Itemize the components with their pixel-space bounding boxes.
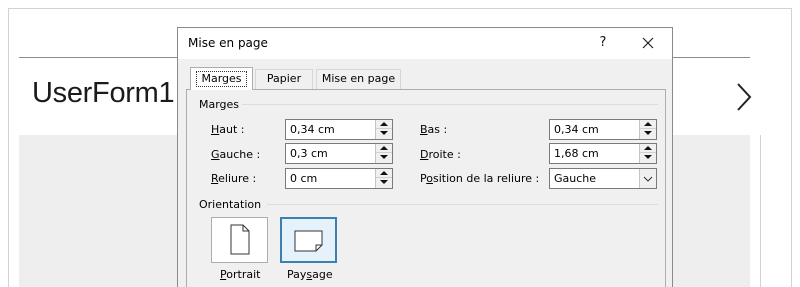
droite-down-button[interactable] [640,153,656,162]
bas-down-button[interactable] [640,129,656,138]
close-button[interactable] [634,32,662,54]
reliure-spinner[interactable]: 0 cm [285,168,393,189]
position-reliure-select[interactable]: Gauche [549,168,657,189]
position-reliure-label: Position de la reliure : [420,172,540,185]
group-divider [242,104,658,105]
paysage-label[interactable]: Paysage [287,268,333,281]
droite-value: 1,68 cm [554,147,599,160]
reliure-label: Reliure : [211,172,257,185]
gauche-label: Gauche : [211,148,261,161]
haut-label: Haut : [211,123,245,136]
close-icon [642,37,654,49]
bas-value: 0,34 cm [554,123,599,136]
chevron-down-icon[interactable] [639,169,656,188]
reliure-up-button[interactable] [376,169,392,178]
bas-up-button[interactable] [640,120,656,129]
orientation-group-label: Orientation [199,198,265,211]
help-button[interactable]: ? [590,32,616,54]
bas-spinner[interactable]: 0,34 cm [549,119,657,140]
paysage-button[interactable] [280,217,337,263]
portrait-button[interactable] [211,217,268,263]
chevron-right-icon[interactable] [733,80,755,114]
userform-title: UserForm1 [32,77,175,109]
gauche-up-button[interactable] [376,144,392,153]
tab-mise-en-page[interactable]: Mise en page [316,69,401,89]
tab-papier[interactable]: Papier [255,69,313,89]
gauche-down-button[interactable] [376,153,392,162]
group-divider [267,204,658,205]
droite-label: Droite : [420,148,461,161]
landscape-page-icon [294,230,323,252]
reliure-down-button[interactable] [376,178,392,187]
screen: UserForm1 Mise en page ? Marges Papier M… [0,0,800,287]
portrait-label[interactable]: Portrait [220,268,260,281]
dialog-titlebar[interactable]: Mise en page ? [178,28,672,59]
haut-down-button[interactable] [376,129,392,138]
droite-spinner[interactable]: 1,68 cm [549,143,657,164]
page-setup-dialog: Mise en page ? Marges Papier Mise en pag… [177,27,673,287]
dialog-title: Mise en page [188,36,268,50]
haut-value: 0,34 cm [290,123,335,136]
portrait-page-icon [230,224,250,255]
margins-group-label: Marges [199,98,243,111]
haut-up-button[interactable] [376,120,392,129]
gauche-spinner[interactable]: 0,3 cm [285,143,393,164]
userform-right-edge [760,135,761,287]
tab-panel-marges: Marges Haut : 0,34 cm Gauche : 0,3 cm Re… [186,89,666,287]
tab-marges[interactable]: Marges [190,67,253,90]
droite-up-button[interactable] [640,144,656,153]
bas-label: Bas : [420,123,448,136]
reliure-value: 0 cm [290,172,318,185]
haut-spinner[interactable]: 0,34 cm [285,119,393,140]
gauche-value: 0,3 cm [290,147,328,160]
position-reliure-value: Gauche [554,172,597,185]
